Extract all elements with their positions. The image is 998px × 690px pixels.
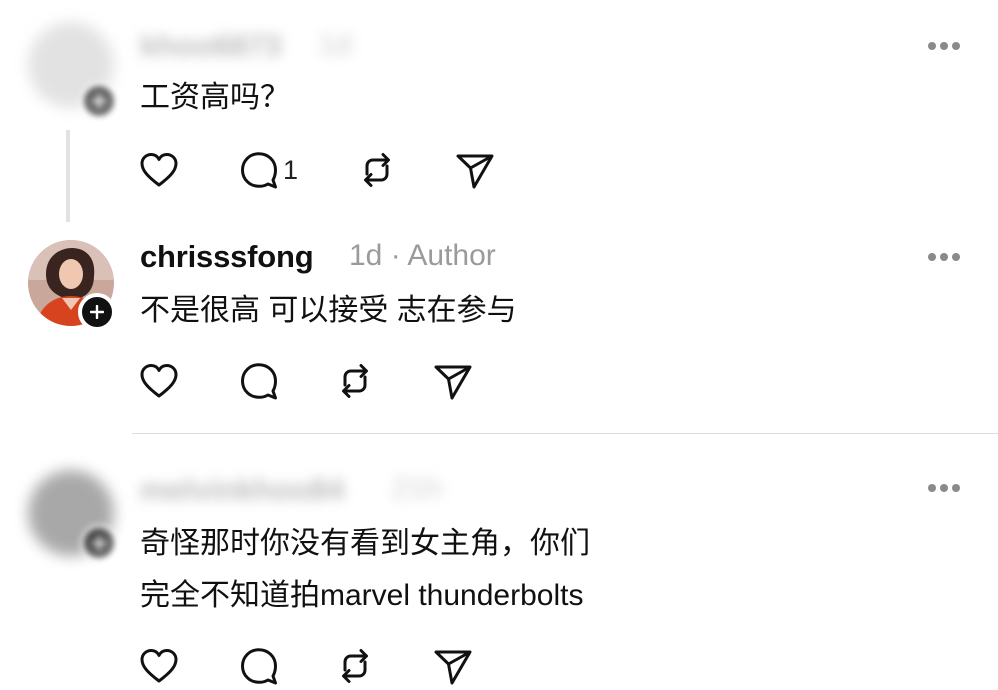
follow-button[interactable]	[80, 82, 118, 120]
more-dots-icon	[928, 253, 936, 261]
reply-button[interactable]: 1	[237, 148, 298, 192]
post-3: melvinkhoo84 21h 奇怪那时你没有看到女主角，你们 完全不知道拍m…	[0, 434, 998, 690]
plus-icon	[92, 536, 106, 550]
repost-icon	[342, 364, 368, 398]
plus-icon	[90, 305, 104, 319]
timestamp-author: 1d · Author	[349, 239, 496, 272]
send-icon	[434, 365, 472, 400]
comment-icon	[241, 152, 277, 189]
username[interactable]: melvinkhoo84	[140, 472, 345, 508]
username[interactable]: chrisssfong	[140, 239, 314, 275]
more-options-button[interactable]	[928, 253, 960, 261]
plus-icon	[92, 94, 106, 108]
post-text-line: 不是很高 可以接受 志在参与	[140, 294, 517, 327]
post-text-line: 完全不知道拍marvel thunderbolts	[140, 579, 584, 612]
repost-button[interactable]	[333, 644, 377, 688]
thread-line	[66, 130, 70, 222]
post-2: chrisssfong 1d · Author 不是很高 可以接受 志在参与	[0, 215, 998, 430]
heart-icon	[140, 364, 178, 398]
repost-icon	[342, 649, 368, 683]
more-dots-icon	[928, 484, 936, 492]
comment-icon	[241, 648, 277, 685]
reply-button[interactable]	[237, 359, 281, 403]
post-text-line: 工资高吗？	[140, 81, 290, 114]
like-button[interactable]	[137, 359, 181, 403]
post-1: khoo6873 1d 工资高吗？ 1	[0, 0, 998, 215]
more-options-button[interactable]	[928, 484, 960, 492]
timestamp: 21h	[392, 472, 443, 505]
follow-button[interactable]	[78, 293, 116, 331]
username[interactable]: khoo6873	[140, 28, 282, 64]
repost-icon	[364, 153, 390, 187]
more-dots-icon	[928, 42, 936, 50]
share-button[interactable]	[431, 359, 475, 403]
send-icon	[456, 154, 494, 189]
heart-icon	[140, 153, 178, 187]
timestamp: 1d	[318, 28, 352, 61]
post-text-line: 奇怪那时你没有看到女主角，你们	[140, 527, 590, 560]
share-button[interactable]	[453, 148, 497, 192]
reply-button[interactable]	[237, 644, 281, 688]
repost-button[interactable]	[355, 148, 399, 192]
more-options-button[interactable]	[928, 42, 960, 50]
repost-button[interactable]	[333, 359, 377, 403]
share-button[interactable]	[431, 644, 475, 688]
send-icon	[434, 650, 472, 685]
heart-icon	[140, 649, 178, 683]
follow-button[interactable]	[80, 524, 118, 562]
comment-icon	[241, 363, 277, 400]
reply-count: 1	[283, 154, 299, 185]
like-button[interactable]	[137, 644, 181, 688]
like-button[interactable]	[137, 148, 181, 192]
